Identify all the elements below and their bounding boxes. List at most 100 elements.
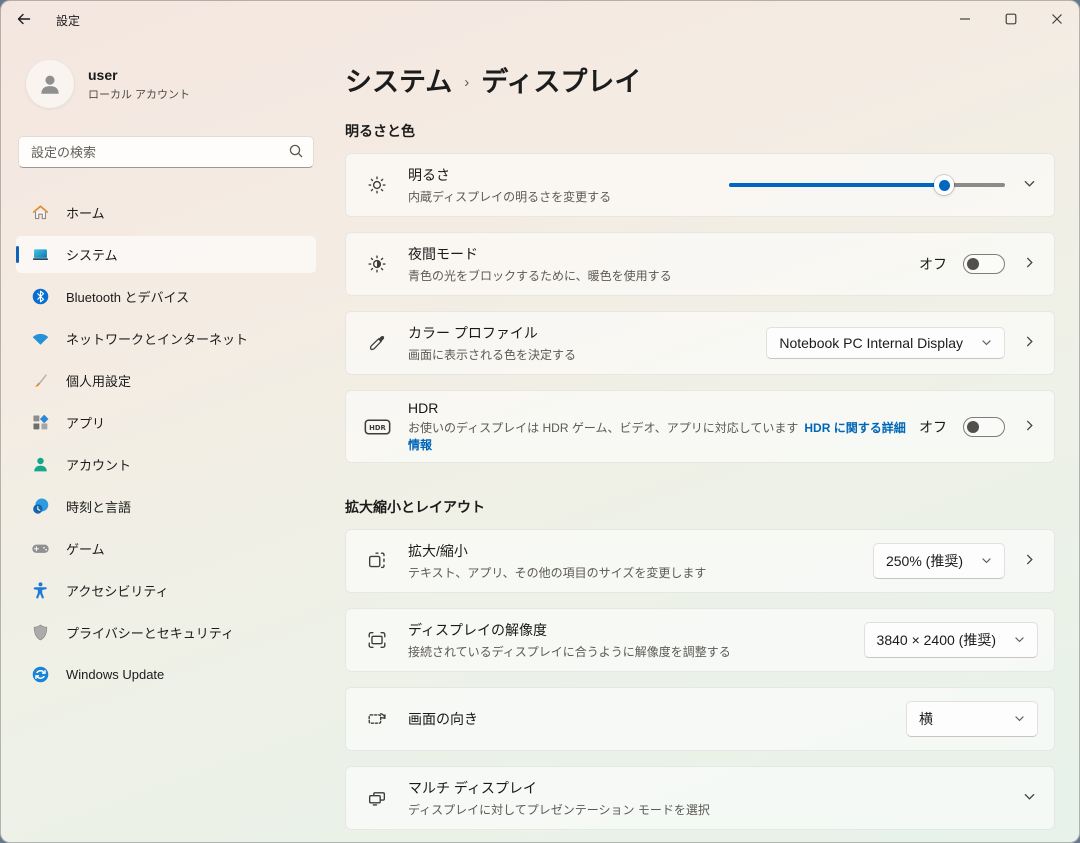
main-content: システム › ディスプレイ 明るさと色 明るさ 内蔵ディスプレイの明るさを変更す… <box>345 40 1055 843</box>
multi-display-subtitle: ディスプレイに対してプレゼンテーション モードを選択 <box>408 801 710 818</box>
hdr-subtitle: お使いのディスプレイは HDR ゲーム、ビデオ、アプリに対応しています <box>408 421 798 435</box>
minimize-button[interactable] <box>942 0 988 40</box>
dropdown-value: Notebook PC Internal Display <box>779 335 963 351</box>
night-light-title: 夜間モード <box>408 244 672 264</box>
hdr-title: HDR <box>408 400 907 416</box>
orientation-dropdown[interactable]: 横 <box>906 701 1038 737</box>
bluetooth-icon <box>30 287 50 306</box>
dropdown-value: 横 <box>919 709 933 729</box>
sidebar-item-label: 個人用設定 <box>66 371 131 390</box>
scale-title: 拡大/縮小 <box>408 541 706 561</box>
scale-row[interactable]: 拡大/縮小 テキスト、アプリ、その他の項目のサイズを変更します 250% (推奨… <box>345 529 1055 593</box>
window-controls <box>942 0 1080 40</box>
orientation-row[interactable]: 画面の向き 横 <box>345 687 1055 751</box>
scale-subtitle: テキスト、アプリ、その他の項目のサイズを変更します <box>408 564 706 581</box>
toggle-knob <box>967 258 979 270</box>
night-light-navigate-button[interactable] <box>1021 254 1038 274</box>
sidebar-item-label: アプリ <box>66 413 105 432</box>
hdr-toggle-label: オフ <box>919 417 947 437</box>
night-light-subtitle: 青色の光をブロックするために、暖色を使用する <box>408 267 672 284</box>
chevron-down-icon <box>1014 711 1025 727</box>
chevron-down-icon <box>981 553 992 569</box>
orientation-icon <box>362 708 392 730</box>
sidebar-item-gaming[interactable]: ゲーム <box>16 530 316 567</box>
scale-icon <box>362 550 392 572</box>
profile[interactable]: user ローカル アカウント <box>26 60 316 108</box>
hdr-row[interactable]: HDR HDR お使いのディスプレイは HDR ゲーム、ビデオ、アプリに対応して… <box>345 390 1055 463</box>
resolution-row[interactable]: ディスプレイの解像度 接続されているディスプレイに合うように解像度を調整する 3… <box>345 608 1055 672</box>
multi-display-expand-button[interactable] <box>1021 788 1038 808</box>
sidebar-nav: ホーム システム Bluetooth とデバイス ネットワークとインターネット … <box>16 194 316 693</box>
time-language-icon <box>30 497 50 516</box>
sidebar-item-apps[interactable]: アプリ <box>16 404 316 441</box>
color-profile-navigate-button[interactable] <box>1021 333 1038 353</box>
gaming-icon <box>30 540 50 557</box>
chevron-down-icon <box>1023 790 1036 806</box>
color-profile-subtitle: 画面に表示される色を決定する <box>408 346 576 363</box>
chevron-down-icon <box>1023 177 1036 193</box>
sidebar-item-accessibility[interactable]: アクセシビリティ <box>16 572 316 609</box>
personalization-icon <box>30 371 50 390</box>
app-title: 設定 <box>56 12 80 29</box>
sidebar-item-home[interactable]: ホーム <box>16 194 316 231</box>
color-profile-row[interactable]: カラー プロファイル 画面に表示される色を決定する Notebook PC In… <box>345 311 1055 375</box>
breadcrumb-parent[interactable]: システム <box>345 60 452 99</box>
night-light-row[interactable]: 夜間モード 青色の光をブロックするために、暖色を使用する オフ <box>345 232 1055 296</box>
brightness-slider[interactable] <box>729 175 1005 195</box>
resolution-dropdown[interactable]: 3840 × 2400 (推奨) <box>864 622 1038 658</box>
scale-navigate-button[interactable] <box>1021 551 1038 571</box>
color-profile-dropdown[interactable]: Notebook PC Internal Display <box>766 327 1005 359</box>
sidebar-item-label: アクセシビリティ <box>66 581 169 600</box>
maximize-icon <box>1005 13 1017 28</box>
hdr-icon: HDR <box>362 417 392 437</box>
hdr-toggle[interactable] <box>963 417 1005 437</box>
sidebar-item-accounts[interactable]: アカウント <box>16 446 316 483</box>
hdr-navigate-button[interactable] <box>1021 417 1038 437</box>
brightness-row[interactable]: 明るさ 内蔵ディスプレイの明るさを変更する <box>345 153 1055 217</box>
close-icon <box>1051 13 1063 28</box>
sidebar-item-bluetooth[interactable]: Bluetooth とデバイス <box>16 278 316 315</box>
sidebar-item-personalization[interactable]: 個人用設定 <box>16 362 316 399</box>
search-input[interactable] <box>18 136 314 168</box>
orientation-title: 画面の向き <box>408 709 478 729</box>
back-button[interactable] <box>6 5 42 35</box>
sidebar-item-system[interactable]: システム <box>16 236 316 273</box>
search-box <box>18 136 314 168</box>
sidebar: user ローカル アカウント ホーム システム Bluetooth とデバイス <box>0 40 332 843</box>
brightness-expand-button[interactable] <box>1021 175 1038 195</box>
color-profile-title: カラー プロファイル <box>408 323 576 343</box>
night-light-toggle[interactable] <box>963 254 1005 274</box>
chevron-right-icon <box>1023 256 1036 272</box>
system-icon <box>30 245 50 264</box>
settings-window: 設定 user ローカル アカウント <box>0 0 1080 843</box>
multi-display-title: マルチ ディスプレイ <box>408 778 710 798</box>
section-title-scale-layout: 拡大縮小とレイアウト <box>345 497 1055 517</box>
sidebar-item-privacy[interactable]: プライバシーとセキュリティ <box>16 614 316 651</box>
chevron-right-icon <box>1023 419 1036 435</box>
multi-display-row[interactable]: マルチ ディスプレイ ディスプレイに対してプレゼンテーション モードを選択 <box>345 766 1055 830</box>
slider-fill <box>729 183 944 187</box>
sidebar-item-windows-update[interactable]: Windows Update <box>16 656 316 693</box>
sidebar-item-label: Bluetooth とデバイス <box>66 287 189 306</box>
sidebar-item-time-language[interactable]: 時刻と言語 <box>16 488 316 525</box>
toggle-knob <box>967 421 979 433</box>
profile-name: user <box>88 67 190 83</box>
network-icon <box>30 329 50 348</box>
minimize-icon <box>959 13 971 28</box>
resolution-title: ディスプレイの解像度 <box>408 620 731 640</box>
section-title-brightness-color: 明るさと色 <box>345 121 1055 141</box>
avatar <box>26 60 74 108</box>
sidebar-item-label: ネットワークとインターネット <box>66 329 248 348</box>
sidebar-item-network[interactable]: ネットワークとインターネット <box>16 320 316 357</box>
sidebar-item-label: アカウント <box>66 455 131 474</box>
breadcrumb-separator-icon: › <box>464 68 469 91</box>
maximize-button[interactable] <box>988 0 1034 40</box>
slider-thumb[interactable] <box>934 175 954 195</box>
breadcrumb: システム › ディスプレイ <box>345 40 1055 99</box>
sidebar-item-label: ホーム <box>66 203 105 222</box>
scale-dropdown[interactable]: 250% (推奨) <box>873 543 1005 579</box>
multi-display-icon <box>362 787 392 809</box>
close-button[interactable] <box>1034 0 1080 40</box>
home-icon <box>30 203 50 222</box>
sidebar-item-label: Windows Update <box>66 667 164 682</box>
